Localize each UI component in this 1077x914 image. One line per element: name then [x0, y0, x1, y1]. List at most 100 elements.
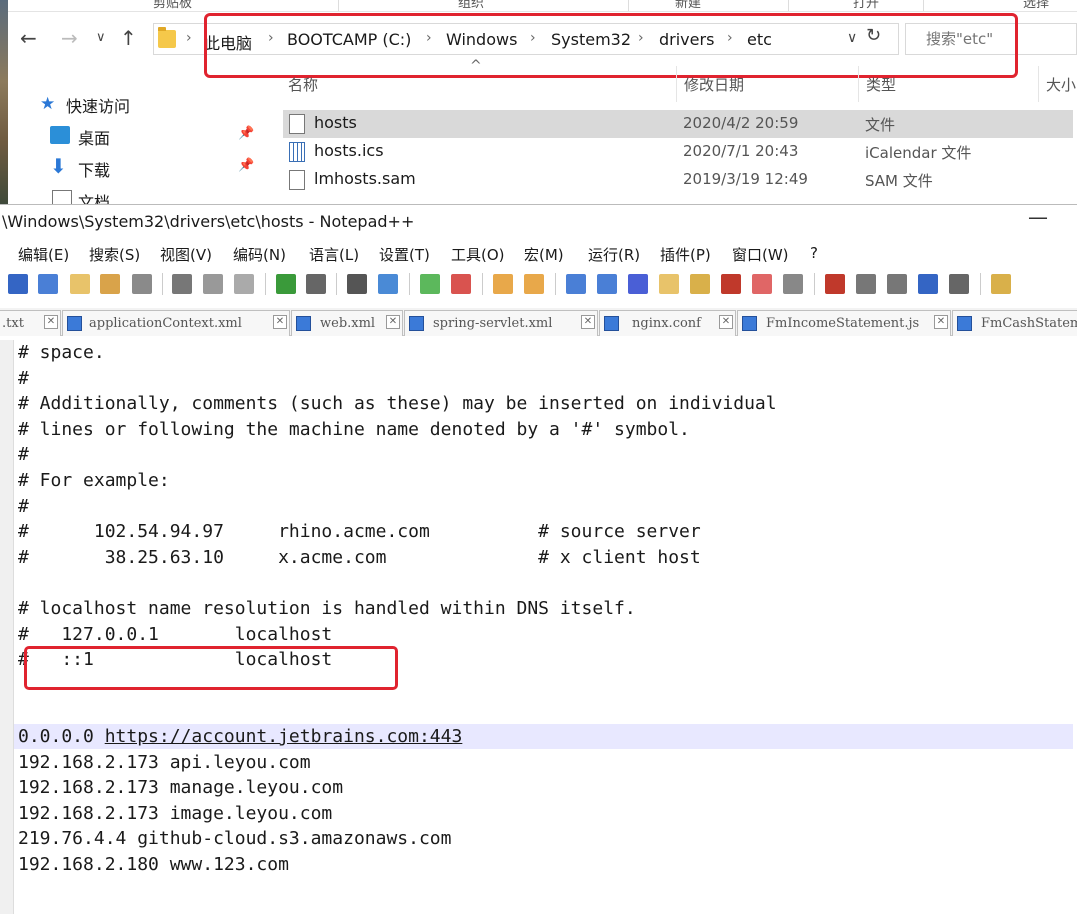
menu-tools[interactable]: 工具(O)	[451, 244, 505, 265]
redo-icon[interactable]	[306, 274, 326, 294]
menu-plugins[interactable]: 插件(P)	[660, 244, 711, 265]
menu-search[interactable]: 搜索(S)	[89, 244, 140, 265]
folder-as-workspace-icon[interactable]	[752, 274, 772, 294]
tab-close-icon[interactable]: ✕	[386, 315, 400, 329]
tab-close-icon[interactable]: ✕	[44, 315, 58, 329]
file-type: 文件	[865, 116, 896, 134]
nav-item-downloads[interactable]: ⬇ 下载 📌	[8, 154, 270, 182]
up-arrow-icon[interactable]: ↑	[120, 26, 137, 50]
back-arrow-icon[interactable]: ←	[20, 26, 37, 50]
menu-settings[interactable]: 设置(T)	[379, 244, 430, 265]
menu-view[interactable]: 视图(V)	[160, 244, 212, 265]
tab-close-icon[interactable]: ✕	[273, 315, 287, 329]
play-macro-icon[interactable]	[887, 274, 907, 294]
breadcrumb-separator-icon[interactable]: ›	[186, 30, 192, 46]
minimize-icon[interactable]: —	[1028, 205, 1048, 229]
tab-close-icon[interactable]: ✕	[719, 315, 733, 329]
file-tab-icon	[742, 316, 757, 331]
code-text: 0.0.0.0	[18, 726, 105, 747]
calendar-file-icon	[289, 142, 305, 162]
nav-item-desktop[interactable]: 桌面 📌	[8, 122, 270, 150]
recent-locations-chevron-icon[interactable]: ∨	[96, 30, 106, 45]
zoom-out-icon[interactable]	[451, 274, 471, 294]
show-all-characters-icon[interactable]	[597, 274, 617, 294]
ribbon-label-select: 选择	[1023, 0, 1050, 11]
forward-arrow-icon[interactable]: →	[61, 26, 78, 50]
menu-language[interactable]: 语言(L)	[309, 244, 359, 265]
sync-horizontal-icon[interactable]	[524, 274, 544, 294]
replace-icon[interactable]	[378, 274, 398, 294]
url-link[interactable]: https://account.jetbrains.com:443	[105, 726, 463, 747]
file-row-hosts-ics[interactable]: hosts.ics 2020/7/1 20:43 iCalendar 文件	[283, 138, 1073, 166]
undo-icon[interactable]	[276, 274, 296, 294]
ribbon-label-open: 打开	[853, 0, 880, 11]
text-editor[interactable]: # space. # # Additionally, comments (suc…	[0, 340, 1077, 914]
find-icon[interactable]	[347, 274, 367, 294]
function-list-icon[interactable]	[721, 274, 741, 294]
indent-guide-icon[interactable]	[628, 274, 648, 294]
menu-bar: 编辑(E) 搜索(S) 视图(V) 编码(N) 语言(L) 设置(T) 工具(O…	[0, 238, 1077, 268]
tab-fmcashstatement[interactable]: FmCashStatement	[952, 310, 1077, 336]
menu-run[interactable]: 运行(R)	[588, 244, 640, 265]
cut-icon[interactable]	[172, 274, 192, 294]
nav-item-label: 文档	[78, 193, 111, 204]
file-row-lmhosts-sam[interactable]: lmhosts.sam 2019/3/19 12:49 SAM 文件	[283, 166, 1073, 194]
menu-encoding[interactable]: 编码(N)	[233, 244, 286, 265]
code-line: 219.76.4.4 github-cloud.s3.amazonaws.com	[18, 828, 452, 850]
word-wrap-icon[interactable]	[566, 274, 586, 294]
record-macro-icon[interactable]	[825, 274, 845, 294]
print-icon[interactable]	[132, 274, 152, 294]
file-name: hosts.ics	[314, 141, 384, 160]
column-header-type[interactable]: 类型	[866, 74, 896, 95]
ribbon-group-labels: 剪贴板 组织 新建 打开 选择	[8, 0, 1077, 12]
sort-ascending-icon: ^	[470, 58, 482, 74]
code-line: 192.168.2.173 manage.leyou.com	[18, 777, 344, 799]
stop-macro-icon[interactable]	[856, 274, 876, 294]
code-line: # lines or following the machine name de…	[18, 418, 690, 440]
file-tab-icon	[957, 316, 972, 331]
pin-icon[interactable]: 📌	[238, 126, 254, 141]
tab-label: web.xml	[320, 316, 376, 331]
tab-fmincomestatement-js[interactable]: FmIncomeStatement.js ✕	[737, 310, 951, 336]
open-file-icon[interactable]	[38, 274, 58, 294]
plugin-icon[interactable]	[991, 274, 1011, 294]
save-macro-icon[interactable]	[949, 274, 969, 294]
paste-icon[interactable]	[234, 274, 254, 294]
window-title: \Windows\System32\drivers\etc\hosts - No…	[2, 212, 415, 231]
column-header-size[interactable]: 大小	[1046, 74, 1076, 95]
new-file-icon[interactable]	[8, 274, 28, 294]
tab-nginx-conf[interactable]: nginx.conf ✕	[599, 310, 736, 336]
editor-gutter	[0, 340, 14, 914]
tab-close-icon[interactable]: ✕	[934, 315, 948, 329]
code-line: 192.168.2.180 www.123.com	[18, 854, 289, 875]
run-macro-multiple-icon[interactable]	[918, 274, 938, 294]
tab-applicationcontext-xml[interactable]: applicationContext.xml ✕	[62, 310, 290, 336]
star-icon: ★	[40, 94, 56, 114]
sync-vertical-icon[interactable]	[493, 274, 513, 294]
zoom-in-icon[interactable]	[420, 274, 440, 294]
file-row-hosts[interactable]: hosts 2020/4/2 20:59 文件	[283, 110, 1073, 138]
tab-web-xml[interactable]: web.xml ✕	[291, 310, 403, 336]
tab-spring-servlet-xml[interactable]: spring-servlet.xml ✕	[404, 310, 598, 336]
menu-help[interactable]: ?	[810, 244, 818, 262]
pin-icon[interactable]: 📌	[238, 158, 254, 173]
tab-bar: .txt ✕ applicationContext.xml ✕ web.xml …	[0, 308, 1077, 336]
user-defined-language-icon[interactable]	[659, 274, 679, 294]
copy-icon[interactable]	[203, 274, 223, 294]
nav-item-quick-access[interactable]: ★ 快速访问	[8, 90, 270, 118]
nav-item-documents[interactable]: 文档	[8, 186, 270, 204]
column-header-date[interactable]: 修改日期	[684, 74, 744, 95]
menu-macro[interactable]: 宏(M)	[524, 244, 564, 265]
save-icon[interactable]	[70, 274, 90, 294]
toolbar	[0, 270, 1077, 300]
tab-txt[interactable]: .txt ✕	[0, 310, 61, 336]
tab-label: FmIncomeStatement.js	[766, 316, 920, 331]
menu-window[interactable]: 窗口(W)	[732, 244, 789, 265]
tab-label: nginx.conf	[632, 316, 701, 331]
column-header-name[interactable]: 名称	[288, 74, 318, 95]
save-all-icon[interactable]	[100, 274, 120, 294]
menu-edit[interactable]: 编辑(E)	[18, 244, 69, 265]
document-map-icon[interactable]	[690, 274, 710, 294]
tab-close-icon[interactable]: ✕	[581, 315, 595, 329]
monitoring-eye-icon[interactable]	[783, 274, 803, 294]
